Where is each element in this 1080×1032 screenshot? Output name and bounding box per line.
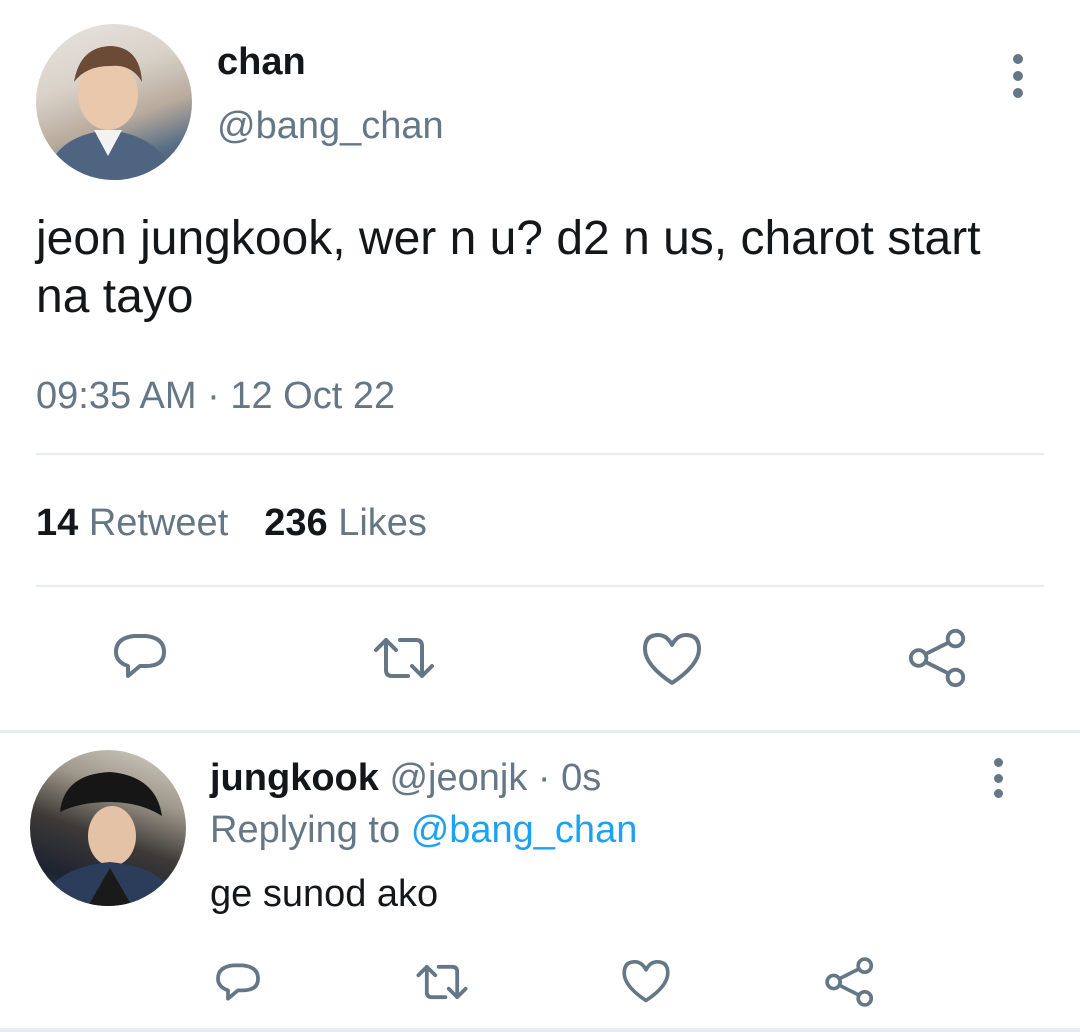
retweet-count: 14: [36, 502, 79, 544]
likes-stat[interactable]: 236 Likes: [264, 502, 427, 544]
reply-icon: [216, 963, 260, 1001]
divider: [36, 585, 1044, 587]
like-button[interactable]: [640, 628, 704, 692]
display-name[interactable]: chan: [217, 40, 306, 84]
user-handle[interactable]: @bang_chan: [217, 104, 444, 148]
likes-count: 236: [264, 502, 328, 544]
likes-label: Likes: [338, 502, 427, 544]
avatar-photo: [42, 772, 178, 906]
avatar[interactable]: [36, 24, 192, 180]
retweet-label: Retweet: [88, 502, 229, 544]
reply-display-name[interactable]: jungkook: [210, 757, 379, 799]
avatar-photo: [46, 46, 174, 180]
like-button[interactable]: [614, 950, 678, 1014]
section-separator: [0, 730, 1080, 733]
tweet-stats: 14 Retweet 236 Likes: [36, 500, 427, 546]
replying-to-label: Replying to: [210, 809, 401, 851]
retweet-button[interactable]: [372, 626, 436, 690]
reply-handle-time[interactable]: @jeonjk · 0s: [389, 757, 601, 799]
divider: [36, 453, 1044, 455]
retweet-icon: [374, 638, 434, 678]
reply-text: ge sunod ako: [210, 873, 439, 915]
reply-icon: [114, 634, 166, 678]
reply-button[interactable]: [108, 624, 172, 688]
retweet-icon: [416, 964, 468, 1000]
more-options-icon[interactable]: [1000, 54, 1036, 98]
share-icon: [908, 628, 966, 688]
like-icon: [643, 633, 701, 685]
tweet-text: jeon jungkook, wer n u? d2 n us, charot …: [36, 212, 981, 323]
retweet-stat[interactable]: 14 Retweet: [36, 502, 228, 544]
reply-header: jungkook @jeonjk · 0s: [210, 756, 601, 800]
like-icon: [622, 960, 670, 1003]
share-button[interactable]: [818, 950, 882, 1014]
more-options-icon[interactable]: [980, 758, 1016, 798]
bottom-separator: [0, 1028, 1080, 1032]
replying-to-mention[interactable]: @bang_chan: [411, 809, 638, 851]
reply-button[interactable]: [206, 950, 270, 1014]
avatar[interactable]: [30, 750, 186, 906]
share-icon: [825, 957, 874, 1007]
replying-to: Replying to @bang_chan: [210, 808, 637, 852]
tweet-timestamp[interactable]: 09:35 AM · 12 Oct 22: [36, 373, 395, 419]
share-button[interactable]: [906, 626, 970, 690]
retweet-button[interactable]: [410, 950, 474, 1014]
